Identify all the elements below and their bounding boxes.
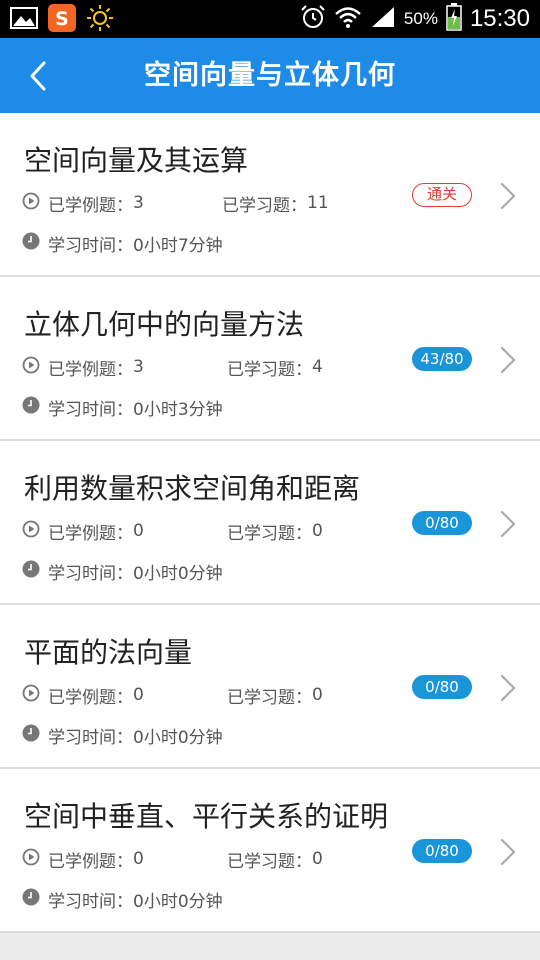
clock-icon: [22, 724, 40, 746]
examples-label: 已学例题：: [48, 523, 133, 544]
examples-label: 已学例题：: [48, 687, 133, 708]
svg-text:S: S: [55, 8, 69, 30]
practice-label: 已学习题：: [227, 851, 312, 872]
clock-icon: [22, 560, 40, 582]
brightness-icon: [86, 4, 114, 36]
study-time: 0小时0分钟: [133, 727, 223, 748]
practice-label: 已学习题：: [227, 687, 312, 708]
time-label: 学习时间：: [48, 563, 133, 584]
examples-count: 3: [133, 357, 144, 377]
examples-label: 已学例题：: [48, 851, 133, 872]
battery-percent: 50%: [403, 9, 438, 28]
chapter-title: 立体几何中的向量方法: [24, 308, 305, 341]
practice-count: 11: [307, 193, 329, 213]
practice-count: 4: [312, 357, 323, 377]
alarm-icon: [300, 4, 326, 34]
time-label: 学习时间：: [48, 399, 133, 420]
chapter-title: 空间中垂直、平行关系的证明: [24, 800, 389, 833]
study-time: 0小时0分钟: [133, 563, 223, 584]
chapter-list: 空间向量及其运算 已学例题： 3 已学习题： 11 学习时间： 0小时7分钟 通…: [0, 113, 540, 933]
practice-label: 已学习题：: [222, 195, 307, 216]
list-item[interactable]: 平面的法向量 已学例题： 0 已学习题： 0 学习时间： 0小时0分钟 0/80: [0, 605, 540, 769]
clock: 15:30: [469, 5, 530, 32]
progress-badge: 通关: [412, 183, 472, 207]
practice-count: 0: [312, 849, 323, 869]
status-bar: S 50% 15:30: [0, 0, 540, 38]
clock-icon: [22, 888, 40, 910]
practice-label: 已学习题：: [227, 359, 312, 380]
app-bar: 空间向量与立体几何: [0, 38, 540, 113]
clock-icon: [22, 396, 40, 418]
practice-label: 已学习题：: [227, 523, 312, 544]
page-title: 空间向量与立体几何: [144, 60, 396, 91]
list-item[interactable]: 立体几何中的向量方法 已学例题： 3 已学习题： 4 学习时间： 0小时3分钟 …: [0, 277, 540, 441]
study-time: 0小时3分钟: [133, 399, 223, 420]
time-label: 学习时间：: [48, 727, 133, 748]
study-time: 0小时7分钟: [133, 235, 223, 256]
chapter-title: 平面的法向量: [24, 636, 193, 669]
clock-icon: [22, 232, 40, 254]
play-circle-icon: [22, 192, 40, 214]
list-item[interactable]: 空间向量及其运算 已学例题： 3 已学习题： 11 学习时间： 0小时7分钟 通…: [0, 113, 540, 277]
examples-label: 已学例题：: [48, 359, 133, 380]
wifi-icon: [334, 5, 362, 33]
play-circle-icon: [22, 356, 40, 378]
chevron-right-icon: [500, 838, 516, 866]
signal-icon: [370, 5, 396, 33]
sogou-icon: S: [48, 4, 76, 36]
examples-count: 3: [133, 193, 144, 213]
chapter-title: 空间向量及其运算: [24, 144, 249, 177]
chevron-right-icon: [500, 346, 516, 374]
examples-count: 0: [133, 521, 144, 541]
back-button[interactable]: [18, 53, 58, 98]
play-circle-icon: [22, 684, 40, 706]
progress-badge: 0/80: [412, 839, 472, 863]
play-circle-icon: [22, 848, 40, 870]
chevron-left-icon: [30, 61, 46, 90]
time-label: 学习时间：: [48, 891, 133, 912]
chapter-title: 利用数量积求空间角和距离: [24, 472, 361, 505]
progress-badge: 0/80: [412, 675, 472, 699]
list-item[interactable]: 空间中垂直、平行关系的证明 已学例题： 0 已学习题： 0 学习时间： 0小时0…: [0, 769, 540, 933]
examples-label: 已学例题：: [48, 195, 133, 216]
list-item[interactable]: 利用数量积求空间角和距离 已学例题： 0 已学习题： 0 学习时间： 0小时0分…: [0, 441, 540, 605]
study-time: 0小时0分钟: [133, 891, 223, 912]
practice-count: 0: [312, 685, 323, 705]
gallery-icon: [10, 6, 38, 34]
chevron-right-icon: [500, 510, 516, 538]
play-circle-icon: [22, 520, 40, 542]
examples-count: 0: [133, 849, 144, 869]
practice-count: 0: [312, 521, 323, 541]
chevron-right-icon: [500, 182, 516, 210]
progress-badge: 0/80: [412, 511, 472, 535]
battery-icon: [446, 3, 462, 35]
time-label: 学习时间：: [48, 235, 133, 256]
chevron-right-icon: [500, 674, 516, 702]
progress-badge: 43/80: [412, 347, 472, 371]
examples-count: 0: [133, 685, 144, 705]
